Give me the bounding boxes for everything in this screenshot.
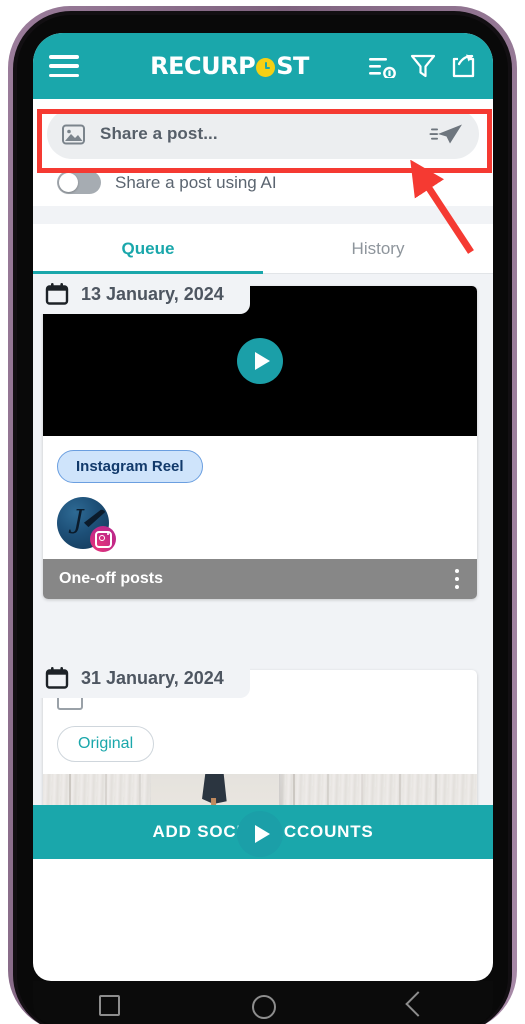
kebab-menu-icon[interactable] (453, 565, 462, 594)
filter-funnel-icon[interactable] (410, 53, 436, 79)
share-export-icon[interactable] (450, 53, 477, 80)
post-type-badge: Original (57, 726, 155, 762)
ai-toggle-row: Share a post using AI (47, 159, 479, 206)
app-logo: RECURP ST (79, 52, 368, 80)
app-header: RECURP ST (33, 33, 493, 99)
post-card[interactable]: Instagram Reel J One-off posts (43, 286, 477, 599)
calendar-icon (45, 667, 69, 689)
share-using-ai-toggle[interactable] (57, 171, 101, 194)
send-plane-icon[interactable] (429, 121, 463, 147)
image-icon[interactable] (61, 122, 86, 147)
chevron-back-icon[interactable] (405, 991, 431, 1017)
instagram-icon (90, 526, 116, 552)
phone-screen: RECURP ST Share a post... Share a post u… (33, 33, 493, 981)
post-date-text: 13 January, 2024 (81, 283, 224, 304)
system-navigation-bar (33, 981, 493, 1024)
post-type-badge: Instagram Reel (57, 450, 203, 483)
square-recents-icon[interactable] (99, 995, 121, 1016)
screenshot-root: RECURP ST Share a post... Share a post u… (0, 0, 525, 1024)
account-avatar[interactable]: J (57, 497, 116, 552)
post-card-footer[interactable]: One-off posts (43, 559, 477, 599)
circle-home-icon[interactable] (252, 995, 277, 1019)
hamburger-menu-icon[interactable] (49, 55, 79, 77)
clock-icon (256, 57, 276, 77)
post-feed[interactable]: Instagram Reel J One-off posts 13 Januar… (33, 274, 493, 859)
header-actions (368, 53, 477, 80)
queue-list-icon[interactable] (368, 54, 396, 78)
post-card-body: Instagram Reel J (43, 436, 477, 559)
tab-history[interactable]: History (263, 224, 493, 273)
logo-text-first: RECURP (150, 52, 256, 80)
calendar-icon (45, 283, 69, 305)
ai-toggle-label: Share a post using AI (115, 172, 277, 192)
compose-zone: Share a post... Share a post using AI (33, 99, 493, 206)
share-a-post-bar[interactable]: Share a post... (47, 109, 479, 159)
post-date-header: 31 January, 2024 (33, 658, 250, 698)
post-date-text: 31 January, 2024 (81, 667, 224, 688)
post-date-header: 13 January, 2024 (33, 274, 250, 314)
tab-bar: Queue History (33, 224, 493, 274)
play-icon[interactable] (237, 338, 283, 384)
logo-text-second: ST (276, 52, 309, 80)
play-icon[interactable] (237, 811, 283, 857)
share-post-input[interactable]: Share a post... (100, 124, 429, 144)
toggle-knob (59, 173, 78, 192)
section-divider (33, 206, 493, 224)
tab-queue[interactable]: Queue (33, 224, 263, 273)
post-group-label: One-off posts (59, 570, 163, 587)
